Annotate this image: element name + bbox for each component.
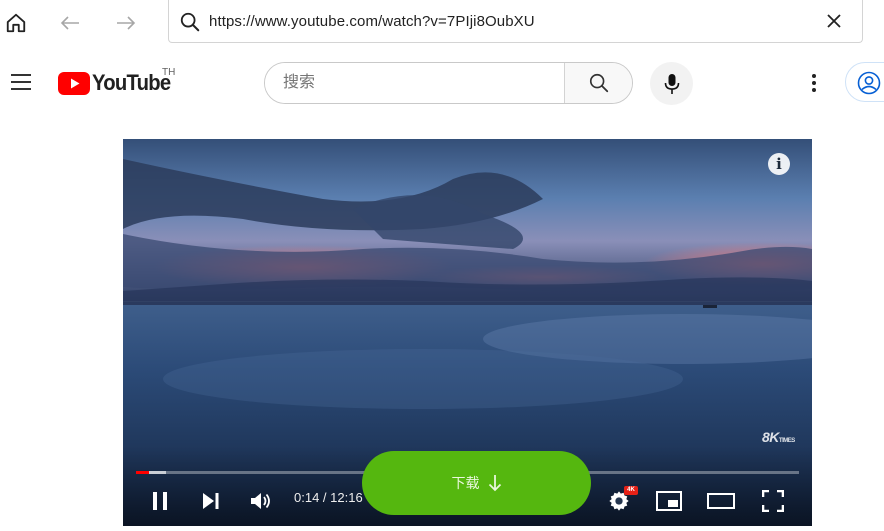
search-box [264, 62, 633, 104]
pause-button[interactable] [147, 489, 173, 513]
sign-in-button[interactable] [845, 62, 884, 102]
browser-toolbar: https://www.youtube.com/watch?v=7PIji8Ou… [0, 0, 884, 48]
volume-button[interactable] [247, 489, 275, 513]
pause-icon [153, 492, 167, 510]
miniplayer-icon [656, 491, 682, 511]
home-button[interactable] [0, 8, 32, 38]
arrow-right-icon [117, 16, 136, 30]
search-icon [180, 12, 200, 32]
search-icon [589, 73, 608, 93]
theater-mode-button[interactable] [706, 489, 736, 513]
voice-search-button[interactable] [650, 62, 693, 105]
home-icon [6, 13, 26, 33]
youtube-play-logo-icon [58, 71, 90, 95]
watermark-subtext: TIMES [778, 438, 795, 444]
miniplayer-button[interactable] [654, 489, 684, 513]
more-vert-icon [812, 74, 816, 92]
search-button[interactable] [564, 63, 632, 103]
address-bar[interactable]: https://www.youtube.com/watch?v=7PIji8Ou… [168, 0, 863, 43]
download-label: 下载 [451, 475, 480, 491]
url-text[interactable]: https://www.youtube.com/watch?v=7PIji8Ou… [209, 13, 535, 30]
search-input[interactable] [265, 63, 564, 103]
quality-badge: 4K [624, 486, 638, 495]
info-button[interactable]: i [768, 153, 790, 175]
time-display: 0:14 / 12:16 [294, 490, 363, 505]
arrow-down-icon [488, 475, 501, 492]
arrow-left-icon [60, 16, 79, 30]
forward-button[interactable] [110, 8, 142, 38]
next-button[interactable] [198, 489, 224, 513]
account-icon [857, 71, 881, 95]
skip-next-icon [203, 493, 219, 509]
fullscreen-button[interactable] [759, 488, 787, 514]
progress-played [136, 471, 149, 474]
hamburger-icon[interactable] [10, 72, 32, 92]
channel-watermark: 8KTIMES [762, 429, 795, 445]
download-button[interactable]: 下载 [362, 451, 591, 515]
back-button[interactable] [54, 8, 86, 38]
youtube-masthead: YouTube TH [0, 52, 884, 114]
country-code: TH [162, 67, 176, 78]
watermark-text: 8K [762, 429, 779, 445]
fullscreen-icon [762, 490, 784, 512]
more-options-button[interactable] [803, 72, 825, 94]
close-icon[interactable] [824, 11, 844, 31]
volume-icon [251, 493, 270, 509]
youtube-wordmark: YouTube [92, 70, 171, 95]
theater-mode-icon [707, 493, 735, 509]
microphone-icon [664, 73, 679, 94]
youtube-logo[interactable]: YouTube [58, 70, 177, 96]
